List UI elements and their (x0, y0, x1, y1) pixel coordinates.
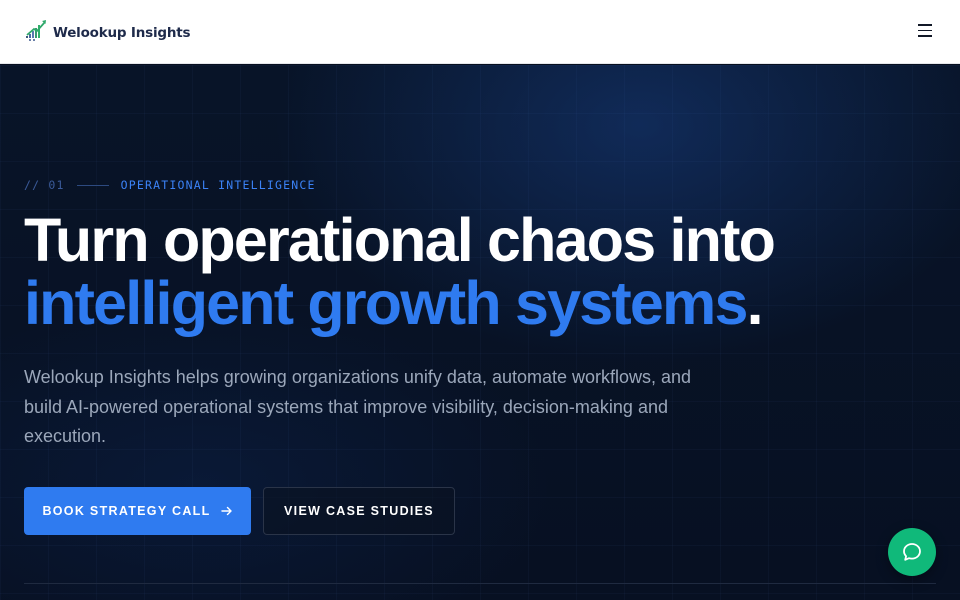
chat-bubble-icon (903, 543, 921, 561)
section-divider (24, 583, 936, 584)
book-strategy-call-label: BOOK STRATEGY CALL (42, 504, 211, 518)
view-case-studies-label: VIEW CASE STUDIES (284, 504, 434, 518)
headline-line1: Turn operational chaos into (24, 206, 776, 274)
logo[interactable]: Welookup Insights (24, 16, 191, 44)
hero-section: // 01 OPERATIONAL INTELLIGENCE Turn oper… (0, 65, 960, 600)
view-case-studies-button[interactable]: VIEW CASE STUDIES (263, 487, 455, 535)
headline-accent: intelligent growth systems (24, 269, 748, 337)
logo-icon (26, 20, 46, 41)
headline-period: . (746, 269, 764, 337)
hero-description: Welookup Insights helps growing organiza… (24, 367, 692, 446)
hamburger-menu-icon[interactable] (918, 24, 934, 38)
eyebrow-label: OPERATIONAL INTELLIGENCE (120, 178, 316, 192)
section-eyebrow: // 01 OPERATIONAL INTELLIGENCE (24, 178, 316, 192)
chat-button[interactable] (888, 528, 936, 576)
arrow-right-icon (220, 506, 232, 516)
site-header: Welookup Insights (0, 0, 960, 64)
eyebrow-number: // 01 (24, 178, 65, 192)
logo-text: Welookup Insights (53, 25, 191, 41)
eyebrow-divider (76, 184, 109, 186)
hero-headline: Turn operational chaos into intelligent … (24, 206, 776, 337)
book-strategy-call-button[interactable]: BOOK STRATEGY CALL (24, 487, 251, 535)
